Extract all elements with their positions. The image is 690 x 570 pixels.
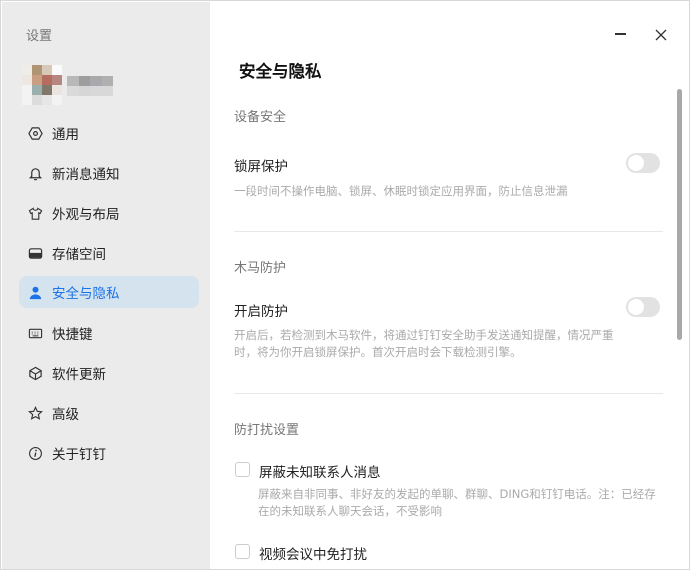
sidebar-item-label: 软件更新	[52, 367, 106, 383]
username-blurred	[67, 76, 113, 96]
sidebar-item-update[interactable]: 软件更新	[19, 357, 199, 389]
trojan-protection-toggle[interactable]	[626, 297, 660, 317]
sidebar-item-shortcuts[interactable]: 快捷键	[19, 317, 199, 349]
settings-window: 设置 通用 新消息通知 外观与布局 存储空间 安全与隐私 快捷键 软件更新 高级…	[0, 0, 690, 570]
divider	[234, 231, 663, 232]
sidebar-item-notifications[interactable]: 新消息通知	[19, 157, 199, 189]
section-device-security: 设备安全	[234, 110, 287, 125]
meeting-dnd-checkbox[interactable]	[235, 544, 250, 559]
close-icon	[655, 29, 667, 41]
lock-screen-desc: 一段时间不操作电脑、锁屏、休眠时锁定应用界面，防止信息泄漏	[234, 184, 568, 198]
lock-screen-toggle[interactable]	[626, 153, 660, 173]
sidebar-item-label: 快捷键	[52, 327, 93, 343]
block-unknown-label: 屏蔽未知联系人消息	[259, 465, 381, 481]
avatar[interactable]	[22, 65, 67, 105]
person-icon	[27, 284, 43, 300]
trojan-protection-desc: 开启后，若检测到木马软件，将通过钉钉安全助手发送通知提醒，情况严重时，将为你开启…	[234, 328, 614, 359]
sidebar-item-label: 关于钉钉	[52, 447, 106, 463]
cube-icon	[27, 365, 43, 381]
block-unknown-checkbox[interactable]	[235, 462, 250, 477]
sidebar-item-about[interactable]: 关于钉钉	[19, 437, 199, 469]
bell-icon	[27, 165, 43, 181]
sidebar-item-storage[interactable]: 存储空间	[19, 237, 199, 269]
sidebar: 设置 通用 新消息通知 外观与布局 存储空间 安全与隐私 快捷键 软件更新 高级…	[2, 2, 210, 569]
section-dnd: 防打扰设置	[234, 423, 300, 438]
page-title: 安全与隐私	[239, 62, 322, 81]
sidebar-item-label: 高级	[52, 407, 79, 423]
minimize-button[interactable]	[615, 26, 626, 35]
section-trojan: 木马防护	[234, 261, 287, 276]
info-icon	[27, 445, 43, 461]
close-button[interactable]	[655, 26, 667, 45]
sidebar-item-label: 通用	[52, 127, 79, 143]
trojan-protection-label: 开启防护	[234, 304, 288, 320]
content-panel: 安全与隐私 设备安全 锁屏保护 一段时间不操作电脑、锁屏、休眠时锁定应用界面，防…	[210, 2, 688, 568]
lock-screen-label: 锁屏保护	[234, 159, 288, 175]
divider	[234, 393, 663, 394]
block-unknown-desc: 屏蔽来自非同事、非好友的发起的单聊、群聊、DING和钉钉电话。注：已经存在的未知…	[258, 487, 656, 518]
keyboard-icon	[27, 325, 43, 341]
sidebar-item-advanced[interactable]: 高级	[19, 397, 199, 429]
sidebar-title: 设置	[26, 29, 53, 44]
sidebar-item-label: 安全与隐私	[52, 286, 120, 302]
star-icon	[27, 405, 43, 421]
meeting-dnd-label: 视频会议中免打扰	[259, 547, 367, 563]
sidebar-item-general[interactable]: 通用	[19, 117, 199, 149]
sidebar-item-appearance[interactable]: 外观与布局	[19, 197, 199, 229]
minimize-icon	[615, 33, 626, 35]
hexagon-gear-icon	[27, 125, 43, 141]
shirt-icon	[27, 205, 43, 221]
sidebar-item-security-privacy[interactable]: 安全与隐私	[19, 276, 199, 308]
sidebar-item-label: 外观与布局	[52, 207, 120, 223]
storage-drive-icon	[27, 245, 43, 261]
sidebar-item-label: 新消息通知	[52, 167, 120, 183]
sidebar-item-label: 存储空间	[52, 247, 106, 263]
scrollbar-thumb[interactable]	[677, 89, 682, 340]
